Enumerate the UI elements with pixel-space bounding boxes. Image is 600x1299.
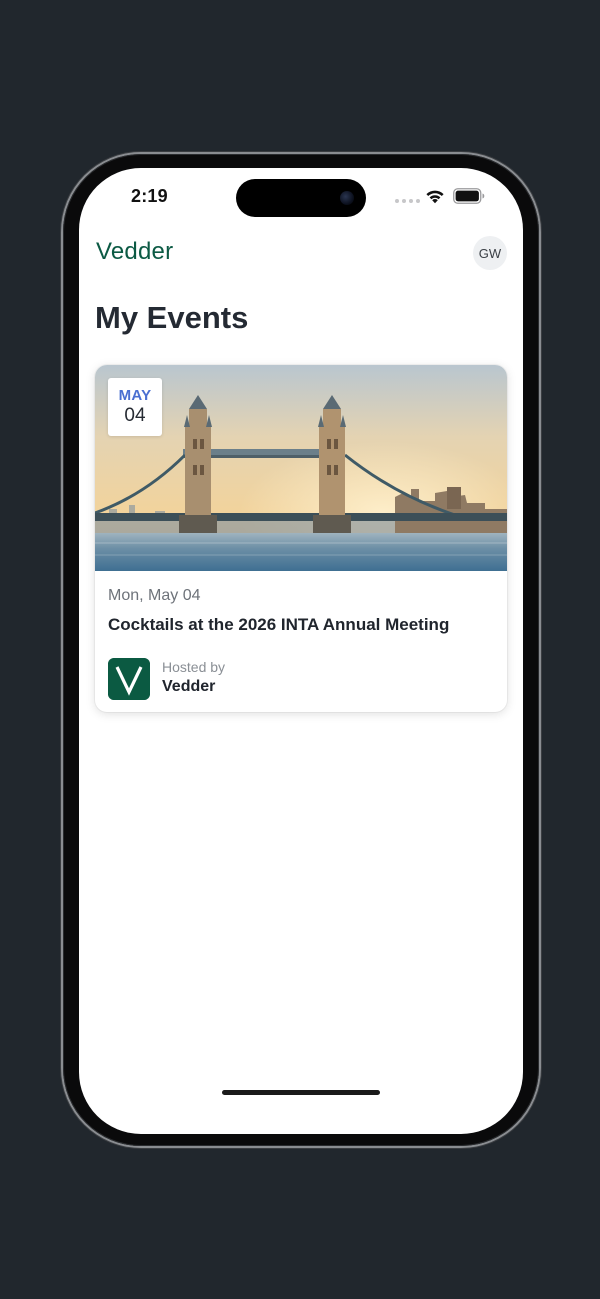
status-time: 2:19 bbox=[131, 186, 168, 206]
brand-logo[interactable]: Vedder bbox=[96, 238, 173, 266]
wifi-icon bbox=[426, 190, 444, 204]
event-card[interactable]: MAY 04 Mon, May 04 Cocktails at the 2026… bbox=[95, 365, 507, 712]
device-stage: 2:19 Vedder GW My Events MAY 04 Mon, May… bbox=[0, 0, 600, 1299]
profile-avatar[interactable]: GW bbox=[473, 236, 507, 270]
home-indicator[interactable] bbox=[222, 1090, 380, 1095]
front-camera-icon bbox=[340, 191, 354, 205]
battery-icon bbox=[453, 188, 485, 204]
host-logo-icon bbox=[108, 658, 150, 700]
signal-icon bbox=[395, 199, 420, 203]
date-badge-month: MAY bbox=[118, 387, 152, 404]
host-name: Vedder bbox=[162, 678, 216, 695]
dynamic-island bbox=[236, 179, 366, 217]
date-badge-day: 04 bbox=[124, 405, 146, 426]
page-title: My Events bbox=[95, 300, 249, 335]
phone-screen: 2:19 Vedder GW My Events MAY 04 Mon, May… bbox=[79, 168, 523, 1134]
event-date: Mon, May 04 bbox=[108, 587, 201, 604]
event-title[interactable]: Cocktails at the 2026 INTA Annual Meetin… bbox=[108, 615, 449, 635]
date-badge: MAY 04 bbox=[108, 378, 162, 436]
hosted-by-label: Hosted by bbox=[162, 659, 226, 675]
